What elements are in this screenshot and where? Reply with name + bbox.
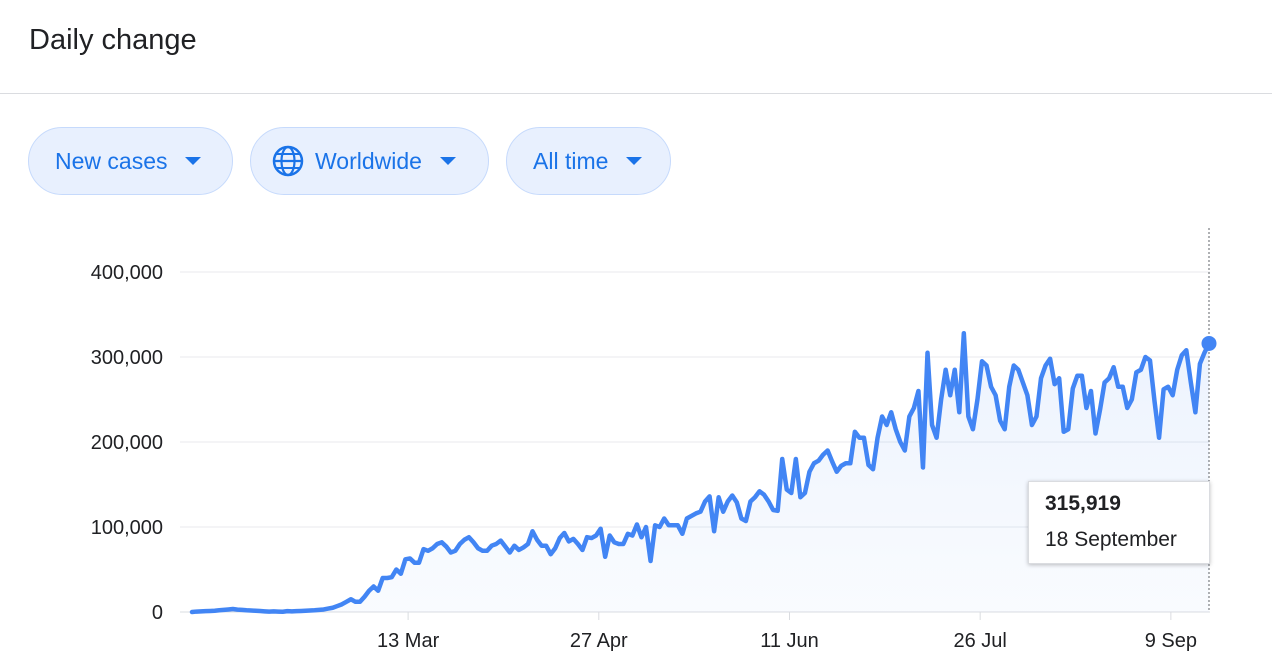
caret-down-icon [439,157,456,165]
tooltip-value: 315,919 [1045,492,1121,515]
series-area [192,333,1209,612]
y-tick-label: 300,000 [91,347,163,369]
y-tick-label: 100,000 [91,517,163,539]
x-tick-label: 9 Sep [1145,630,1197,652]
caret-down-icon [185,157,202,165]
y-tick-label: 0 [152,602,163,624]
region-dropdown[interactable]: Worldwide [250,127,489,195]
x-tick-label: 11 Jun [760,630,819,652]
tooltip-date: 18 September [1045,528,1177,551]
caret-down-icon [626,157,643,165]
time-range-dropdown-label: All time [533,147,609,174]
globe-icon [271,144,305,178]
highlight-point[interactable] [1201,335,1217,351]
y-tick-label: 400,000 [91,262,163,284]
metric-dropdown[interactable]: New cases [28,127,233,195]
metric-dropdown-label: New cases [55,147,168,174]
x-tick-label: 27 Apr [570,630,628,652]
time-range-dropdown[interactable]: All time [506,127,671,195]
x-tick-label: 26 Jul [953,630,1006,652]
header: Daily change [0,0,1272,94]
y-tick-label: 200,000 [91,432,163,454]
chart: 0 100,000 200,000 300,000 400,000 13 Mar 27 A… [91,228,1217,652]
x-tick-label: 13 Mar [377,630,440,652]
chart-tooltip: 315,919 18 September [1028,481,1210,564]
page-title: Daily change [29,24,197,56]
region-dropdown-label: Worldwide [315,147,422,174]
